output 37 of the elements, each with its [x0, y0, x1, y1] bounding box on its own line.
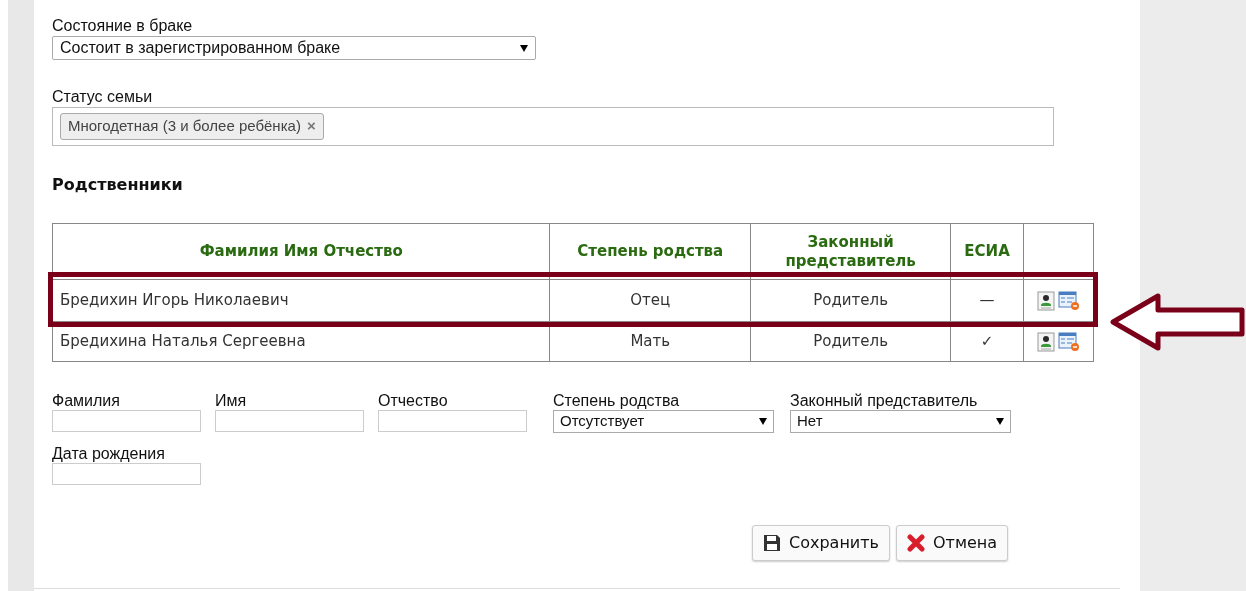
select-field[interactable]: Отсутствует [553, 410, 774, 433]
table-cell: Отец [549, 279, 751, 322]
input-field[interactable] [52, 463, 201, 485]
caret-icon [996, 418, 1004, 425]
field-label: Степень родства [553, 392, 681, 410]
select-field[interactable]: Состоит в зарегистрированном браке [52, 36, 536, 60]
save-button[interactable]: Сохранить [752, 525, 890, 561]
form-remove-icon[interactable] [1058, 331, 1080, 352]
field-label: Состояние в браке [52, 16, 194, 36]
form-remove-icon[interactable] [1058, 290, 1080, 311]
table-cell: Бредихин Игорь Николаевич [52, 279, 550, 322]
caret-icon [520, 44, 528, 52]
table-cell: — [950, 279, 1024, 322]
input-field[interactable] [378, 410, 527, 432]
column-header: Степень родства [549, 223, 751, 280]
select-field[interactable]: Нет [790, 410, 1011, 433]
input-field[interactable] [52, 410, 201, 432]
field-label: Дата рождения [52, 445, 166, 463]
field-label: Имя [215, 392, 248, 410]
column-header: ЕСИА [950, 223, 1024, 280]
column-header: Законный представитель [750, 223, 951, 280]
input-field[interactable] [215, 410, 364, 432]
field-label: Фамилия [52, 392, 121, 410]
tag[interactable]: Многодетная (3 и более ребёнка) × [60, 113, 324, 140]
caret-icon [759, 418, 767, 425]
field-label: Отчество [378, 392, 449, 410]
remove-tag-button[interactable]: × [306, 115, 316, 138]
person-card-icon[interactable] [1037, 290, 1055, 311]
field-label: Статус семьи [52, 87, 154, 107]
field-label: Законный представитель [790, 392, 979, 410]
section-title: Родственники [52, 174, 184, 196]
tag-input-field[interactable]: Многодетная (3 и более ребёнка) × [52, 107, 1054, 146]
cancel-button[interactable]: Отмена [896, 525, 1009, 561]
close-icon [907, 534, 925, 552]
person-card-icon[interactable] [1037, 331, 1055, 352]
column-header: Фамилия Имя Отчество [52, 223, 550, 280]
table-cell: Родитель [750, 279, 951, 322]
